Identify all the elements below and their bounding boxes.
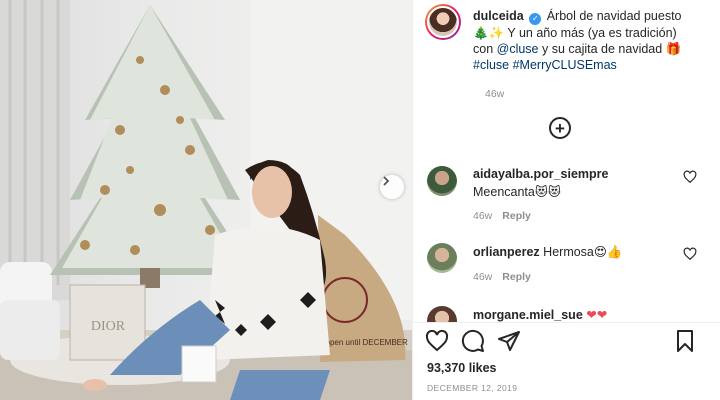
comment-username[interactable]: morgane.miel_sue	[473, 308, 583, 322]
load-more-comments-button[interactable]: +	[549, 117, 571, 139]
comment-emoji: ❤❤	[586, 307, 608, 322]
gift-emoji-icon: 🎁	[665, 41, 682, 56]
caption-time: 46w	[485, 88, 505, 100]
comment-text: Hermosa	[543, 245, 594, 259]
caption-main: Árbol de navidad puesto	[546, 9, 682, 23]
post-date: DECEMBER 12, 2019	[427, 383, 518, 393]
comment-time: 46w	[473, 271, 493, 283]
comment-time: 46w	[473, 210, 493, 222]
comment-emoji: 😍👍	[593, 244, 623, 259]
comment-meta: 46w Reply	[473, 210, 531, 222]
comment-meta: 46w Reply	[473, 271, 531, 283]
heart-icon[interactable]	[683, 247, 697, 261]
caption-line2: Y un año más (ya es tradición)	[507, 26, 677, 40]
share-icon[interactable]	[497, 329, 521, 353]
heart-icon[interactable]	[425, 329, 449, 353]
comment-body: orlianperez Hermosa😍👍	[473, 243, 673, 261]
reply-button[interactable]: Reply	[502, 210, 531, 222]
bookmark-icon[interactable]	[673, 329, 697, 353]
comment-username[interactable]: orlianperez	[473, 245, 540, 259]
verified-badge-icon: ✓	[529, 13, 542, 25]
avatar[interactable]	[425, 4, 461, 40]
reply-button[interactable]: Reply	[502, 271, 531, 283]
post-photo[interactable]: DIOR not open until DECEMBER	[0, 0, 412, 400]
comment-username[interactable]: aidayalba.por_siempre	[473, 167, 608, 181]
likes-count[interactable]: 93,370 likes	[427, 361, 497, 375]
hashtags-link[interactable]: #cluse #MerryCLUSEmas	[473, 58, 617, 72]
photo-box-text: DIOR	[91, 319, 126, 334]
comment-body: aidayalba.por_siempre Meencanta😻😻	[473, 166, 673, 201]
action-bar: 93,370 likes DECEMBER 12, 2019	[413, 322, 720, 400]
comment-text: Meencanta	[473, 185, 535, 199]
chevron-right-icon	[383, 176, 390, 186]
post-side-panel: dulceida ✓ Árbol de navidad puesto 🎄✨ Y …	[412, 0, 720, 400]
next-photo-button[interactable]	[380, 175, 404, 199]
comment-emoji: 😻😻	[534, 184, 561, 199]
mention-link[interactable]: @cluse	[497, 42, 539, 56]
comment-icon[interactable]	[461, 329, 485, 353]
caption-text: dulceida ✓ Árbol de navidad puesto 🎄✨ Y …	[473, 8, 718, 73]
tree-emoji-icon: 🎄✨	[473, 25, 505, 40]
heart-icon[interactable]	[683, 170, 697, 184]
caption-tail: y su cajita de navidad	[538, 42, 663, 56]
comment-avatar[interactable]	[427, 243, 457, 273]
comment-avatar[interactable]	[427, 166, 457, 196]
caption-con: con	[473, 42, 497, 56]
caption-username[interactable]: dulceida	[473, 9, 524, 23]
plus-circle-icon: +	[555, 118, 565, 138]
photo-illustration: DIOR not open until DECEMBER	[0, 0, 412, 400]
